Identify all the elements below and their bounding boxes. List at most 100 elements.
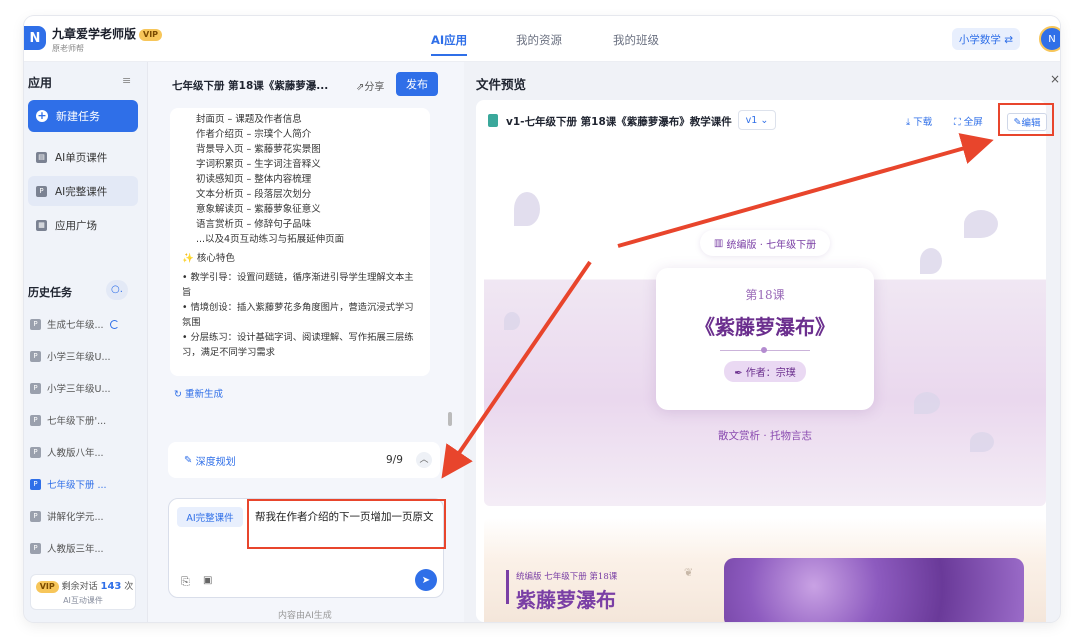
grid-icon: ▦ bbox=[36, 219, 47, 231]
quota-value: 143 bbox=[100, 581, 122, 592]
jiuzhang-logo-icon[interactable]: N bbox=[24, 26, 46, 50]
vip-badge: VIP bbox=[35, 580, 59, 593]
file-icon bbox=[488, 114, 498, 127]
feature-text: 分层练习：设计基础字词、阅读理解、写作拓展三层练习，满足不同学习需求 bbox=[182, 332, 414, 358]
fullscreen-button[interactable]: ⛶ 全屏 bbox=[954, 114, 983, 128]
ppt-icon: P bbox=[30, 350, 41, 362]
leaf-icon: ❦ bbox=[684, 566, 694, 579]
petal-decoration bbox=[514, 192, 540, 226]
regenerate-label: 重新生成 bbox=[185, 389, 224, 400]
outline-item: 语言赏析页 – 修辞句子品味 bbox=[196, 219, 312, 230]
plan-count: 9/9 bbox=[386, 454, 403, 466]
history-item-label: 小学三年级U... bbox=[47, 384, 111, 395]
tab-my-resources[interactable]: 我的资源 bbox=[516, 32, 562, 48]
sidebar-item-ai-single-page[interactable]: ▤ AI单页课件 bbox=[28, 142, 138, 172]
feature-item: • 情境创设：插入紫藤萝花多角度图片，营造沉浸式学习氛围 bbox=[182, 302, 414, 328]
history-title: 历史任务 bbox=[28, 286, 72, 299]
history-item[interactable]: P 生成七年级... bbox=[28, 314, 138, 334]
vip-badge: VIP bbox=[139, 28, 163, 41]
publish-button[interactable]: 发布 bbox=[396, 72, 438, 96]
deep-plan-bar[interactable]: ✎ 深度规划 9/9 ︿ bbox=[168, 442, 440, 478]
tab-ai-apps[interactable]: AI应用 bbox=[431, 32, 468, 56]
close-icon[interactable]: × bbox=[1050, 72, 1060, 86]
fullscreen-label: 全屏 bbox=[963, 117, 983, 128]
history-item[interactable]: P 小学三年级U... bbox=[28, 378, 138, 398]
quota-prefix: 剩余对话 bbox=[61, 582, 98, 592]
feature-item: • 分层练习：设计基础字词、阅读理解、写作拓展三层练习，满足不同学习需求 bbox=[182, 332, 414, 358]
refresh-icon: ↻ bbox=[174, 389, 182, 400]
input-mode-tag[interactable]: AI完整课件 bbox=[177, 507, 243, 527]
history-item[interactable]: P 人教版八年... bbox=[28, 442, 138, 462]
lesson-title: 《紫藤萝瀑布》 bbox=[695, 315, 835, 339]
regenerate-button[interactable]: ↻ 重新生成 bbox=[174, 386, 223, 400]
outline-item: 初读感知页 – 整体内容梳理 bbox=[196, 174, 312, 185]
chat-input-box[interactable]: AI完整课件 帮我在作者介绍的下一页增加一页原文 ⎘ ▣ ➤ bbox=[168, 498, 446, 598]
app-subtitle: 原老师帮 bbox=[52, 44, 84, 53]
new-task-button[interactable]: + 新建任务 bbox=[28, 100, 138, 132]
plus-icon: + bbox=[36, 109, 48, 122]
subject-switch-button[interactable]: 小学数学 ⇄ bbox=[952, 28, 1020, 50]
preview-panel: 文件预览 × v1-七年级下册 第18课《紫藤萝瀑布》教学课件 v1 ⌄ ⤓ 下… bbox=[464, 62, 1060, 622]
ppt-icon: P bbox=[30, 382, 41, 394]
edit-button[interactable]: ✎ 编辑 bbox=[1007, 113, 1047, 131]
sidebar-item-ai-full-courseware[interactable]: P AI完整课件 bbox=[28, 176, 138, 206]
history-item-label: 人教版三年... bbox=[47, 544, 104, 555]
divider bbox=[720, 347, 810, 353]
history-item[interactable]: P 讲解化学元... bbox=[28, 506, 138, 526]
outline-item: ...以及4页互动练习与拓展延伸页面 bbox=[196, 234, 345, 245]
outline-item: 背景导入页 – 紫藤萝花实景图 bbox=[196, 144, 321, 155]
slide2-header: 统编版 七年级下册 第18课 bbox=[516, 572, 618, 582]
app-name: 九章爱学老师版 bbox=[52, 27, 137, 41]
history-item-selected[interactable]: P 七年级下册 ... bbox=[28, 474, 138, 494]
chat-title: 七年级下册 第18课《紫藤萝瀑... bbox=[172, 80, 329, 92]
author-badge: ✒ 作者：宗璞 bbox=[724, 361, 806, 382]
preview-title: 文件预览 bbox=[476, 77, 527, 92]
outline-item: 作者介绍页 – 宗璞个人简介 bbox=[196, 129, 312, 140]
edition-badge: ▥ 统编版 · 七年级下册 bbox=[700, 230, 830, 256]
features-title-text: 核心特色 bbox=[196, 253, 235, 264]
loading-spinner-icon bbox=[109, 319, 119, 329]
outline-item: 文本分析页 – 段落层次划分 bbox=[196, 189, 312, 200]
ppt-icon: P bbox=[30, 446, 41, 458]
cover-title-card: 第18课 《紫藤萝瀑布》 ✒ 作者：宗璞 bbox=[656, 268, 874, 410]
feature-text: 情境创设：插入紫藤萝花多角度图片，营造沉浸式学习氛围 bbox=[182, 302, 414, 328]
history-item-label: 七年级下册'... bbox=[47, 416, 107, 427]
scrollbar-thumb[interactable] bbox=[448, 412, 452, 426]
edit-label: 编辑 bbox=[1021, 118, 1041, 129]
history-item-label: 七年级下册 ... bbox=[47, 480, 107, 491]
ppt-icon: P bbox=[30, 510, 41, 522]
share-label: 分享 bbox=[364, 82, 385, 93]
cover-subtitle: 散文赏析 · 托物言志 bbox=[717, 430, 812, 442]
download-button[interactable]: ⤓ 下载 bbox=[906, 114, 932, 128]
history-item-label: 讲解化学元... bbox=[47, 512, 104, 523]
new-task-label: 新建任务 bbox=[56, 110, 100, 123]
history-search-icon[interactable]: ○. bbox=[106, 280, 128, 300]
image-icon[interactable]: ▣ bbox=[203, 575, 212, 586]
tab-my-classes[interactable]: 我的班级 bbox=[613, 32, 659, 48]
chat-input-text[interactable]: 帮我在作者介绍的下一页增加一页原文 bbox=[247, 499, 446, 549]
history-item[interactable]: P 小学三年级U... bbox=[28, 346, 138, 366]
history-item[interactable]: P 七年级下册'... bbox=[28, 410, 138, 430]
sidebar-item-app-plaza[interactable]: ▦ 应用广场 bbox=[28, 210, 138, 240]
outline-list: 封面页 – 课题及作者信息 作者介绍页 – 宗璞个人简介 背景导入页 – 紫藤萝… bbox=[196, 112, 344, 247]
ai-disclaimer: 内容由AI生成 bbox=[278, 611, 332, 621]
edit-highlight-box: ✎ 编辑 bbox=[998, 103, 1054, 136]
paperclip-icon[interactable]: ⎘ bbox=[181, 575, 190, 589]
slide-2[interactable]: 统编版 七年级下册 第18课 紫藤萝瀑布 ❦ bbox=[484, 518, 1046, 622]
chevron-down-icon: ⌄ bbox=[760, 114, 769, 126]
ppt-icon: P bbox=[30, 414, 41, 426]
sidebar-item-label: AI单页课件 bbox=[55, 151, 108, 164]
slide-cover[interactable]: ▥ 统编版 · 七年级下册 第18课 《紫藤萝瀑布》 ✒ 作者：宗璞 散文赏析 … bbox=[484, 152, 1046, 506]
plan-icon: ✎ bbox=[184, 454, 193, 466]
chevron-up-icon[interactable]: ︿ bbox=[416, 452, 432, 468]
share-button[interactable]: ⇗分享 bbox=[356, 78, 384, 93]
accent-bar bbox=[506, 570, 509, 604]
top-bar: N 九章爱学老师版 VIP 原老师帮 AI应用 我的资源 我的班级 小学数学 ⇄ … bbox=[24, 16, 1060, 62]
collapse-sidebar-icon[interactable]: ≡ bbox=[122, 74, 131, 87]
fullscreen-icon: ⛶ bbox=[954, 117, 961, 128]
version-select[interactable]: v1 ⌄ bbox=[738, 110, 776, 130]
ppt-icon: P bbox=[30, 318, 41, 330]
send-button[interactable]: ➤ bbox=[415, 569, 437, 591]
avatar[interactable]: N bbox=[1039, 26, 1060, 52]
history-item[interactable]: P 人教版三年... bbox=[28, 538, 138, 558]
